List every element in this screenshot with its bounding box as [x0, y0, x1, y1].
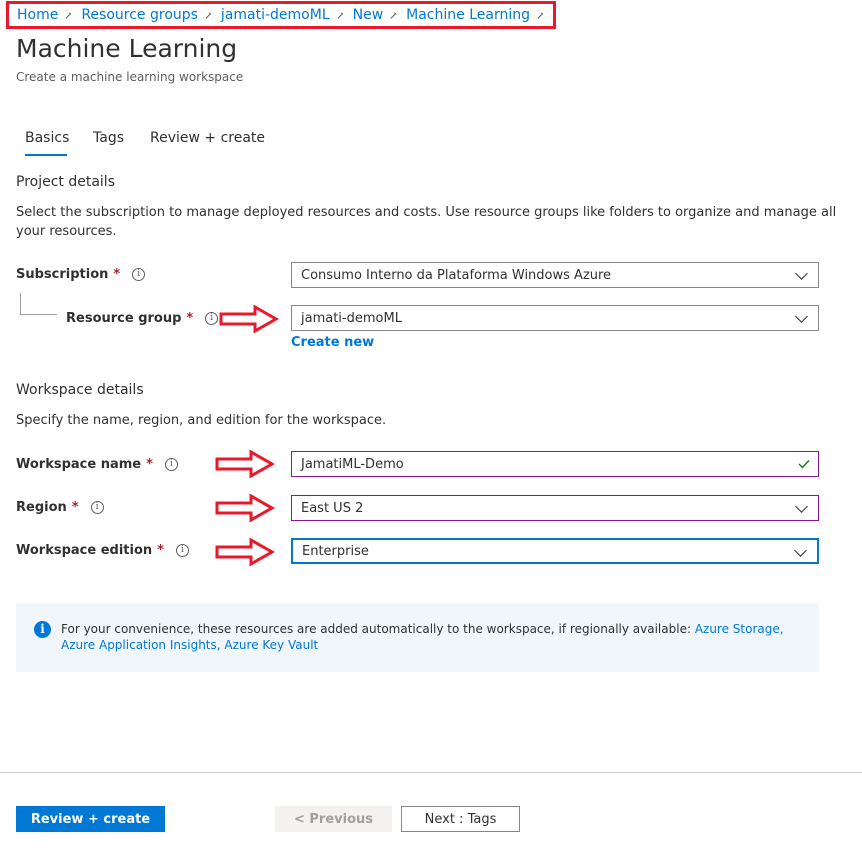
required-asterisk: * [113, 267, 121, 282]
info-banner-text: For your convenience, these resources ar… [61, 621, 801, 653]
resource-group-dropdown[interactable]: jamati-demoML [291, 305, 819, 331]
breadcrumb-resource-group[interactable]: jamati-demoML [221, 7, 330, 23]
workspace-name-label-text: Workspace name [16, 457, 142, 472]
chevron-right-icon [389, 11, 397, 19]
chevron-right-icon [65, 11, 72, 19]
tab-tags[interactable]: Tags [93, 130, 124, 146]
workspace-name-input[interactable]: JamatiML-Demo [291, 451, 819, 477]
info-text: For your convenience, these resources ar… [61, 622, 695, 636]
annotation-arrow-icon [219, 305, 279, 333]
region-dropdown[interactable]: East US 2 [291, 495, 819, 521]
project-details-description-line2: your resources. [16, 224, 117, 239]
resource-group-label: Resource group * i [66, 311, 219, 326]
info-icon[interactable]: i [175, 544, 189, 557]
info-icon[interactable]: i [132, 268, 146, 281]
required-asterisk: * [157, 543, 164, 558]
previous-button[interactable]: < Previous [275, 806, 392, 832]
link-separator: , [779, 622, 784, 636]
chevron-right-icon [536, 11, 544, 19]
chevron-down-icon [795, 500, 808, 513]
subscription-dropdown[interactable]: Consumo Interno da Plataforma Windows Az… [291, 262, 819, 288]
workspace-edition-value: Enterprise [302, 543, 369, 559]
subscription-value: Consumo Interno da Plataforma Windows Az… [301, 267, 612, 283]
info-icon[interactable]: i [90, 501, 104, 514]
tree-connector [20, 293, 57, 315]
review-create-button[interactable]: Review + create [16, 806, 165, 832]
next-tags-button[interactable]: Next : Tags [401, 806, 520, 832]
info-icon[interactable]: i [205, 312, 219, 325]
azure-storage-link[interactable]: Azure Storage [695, 622, 780, 636]
required-asterisk: * [186, 311, 194, 326]
page-title: Machine Learning [16, 34, 238, 63]
workspace-edition-dropdown[interactable]: Enterprise [291, 538, 819, 564]
info-circle-icon: i [34, 621, 51, 638]
annotation-arrow-icon [215, 538, 275, 566]
annotation-arrow-icon [215, 450, 275, 478]
azure-key-vault-link[interactable]: Azure Key Vault [224, 638, 318, 652]
breadcrumb: Home Resource groups jamati-demoML New M… [6, 1, 556, 29]
chevron-right-icon [336, 11, 343, 19]
workspace-edition-label: Workspace edition * i [16, 543, 189, 558]
annotation-arrow-icon [215, 494, 275, 522]
breadcrumb-resource-groups[interactable]: Resource groups [81, 7, 198, 23]
breadcrumb-home[interactable]: Home [17, 7, 58, 23]
azure-application-insights-link[interactable]: Azure Application Insights [61, 638, 217, 652]
workspace-details-title: Workspace details [16, 382, 144, 398]
resource-group-label-text: Resource group [66, 311, 182, 326]
region-label: Region * i [16, 500, 104, 515]
workspace-name-value: JamatiML-Demo [301, 456, 404, 472]
resource-group-value: jamati-demoML [301, 310, 402, 326]
workspace-edition-label-text: Workspace edition [16, 543, 153, 558]
chevron-down-icon [794, 544, 807, 557]
chevron-down-icon [795, 267, 808, 280]
info-icon[interactable]: i [164, 458, 178, 471]
workspace-name-label: Workspace name * i [16, 457, 178, 472]
required-asterisk: * [146, 457, 153, 472]
tab-review-create[interactable]: Review + create [150, 130, 265, 146]
create-new-link[interactable]: Create new [291, 335, 374, 350]
required-asterisk: * [71, 500, 79, 515]
chevron-down-icon [795, 310, 808, 323]
chevron-right-icon [204, 11, 212, 19]
subscription-label: Subscription * i [16, 267, 146, 282]
footer-divider [0, 772, 862, 773]
breadcrumb-new[interactable]: New [353, 7, 384, 23]
region-label-text: Region [16, 500, 67, 515]
tab-basics[interactable]: Basics [25, 130, 69, 146]
checkmark-icon [798, 460, 810, 469]
subscription-label-text: Subscription [16, 267, 109, 282]
project-details-description-line1: Select the subscription to manage deploy… [16, 205, 837, 220]
active-tab-indicator [25, 154, 67, 156]
breadcrumb-machine-learning[interactable]: Machine Learning [406, 7, 530, 23]
page-subtitle: Create a machine learning workspace [16, 70, 244, 84]
region-value: East US 2 [301, 500, 364, 516]
project-details-title: Project details [16, 174, 115, 190]
workspace-details-description: Specify the name, region, and edition fo… [16, 413, 387, 428]
